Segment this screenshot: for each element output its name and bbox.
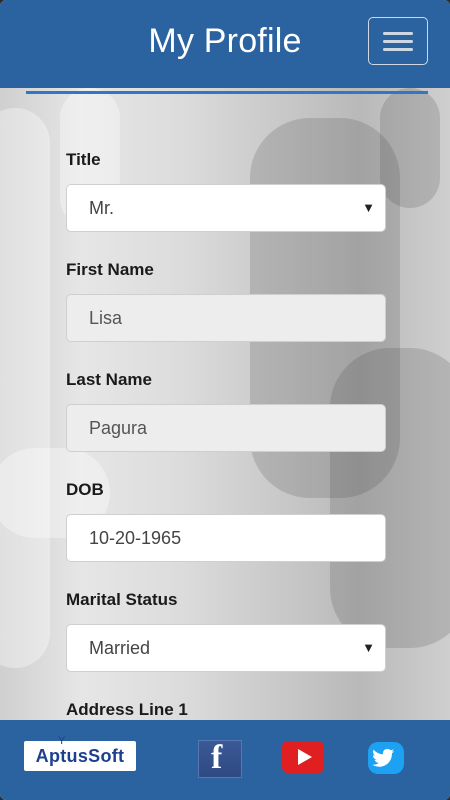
title-label: Title <box>66 150 101 169</box>
first-name-field[interactable]: Lisa <box>66 294 386 342</box>
title-select-value: Mr. <box>89 198 114 218</box>
dob-label: DOB <box>66 480 104 499</box>
last-name-label: Last Name <box>66 370 152 389</box>
facebook-glyph: f <box>211 739 223 776</box>
app-frame: My Profile Title Mr. ▼ First Name Lisa L… <box>0 0 450 800</box>
title-select[interactable]: Mr. ▼ <box>66 184 386 232</box>
aptussoft-logo[interactable]: Y AptusSoft <box>24 735 136 771</box>
app-footer: Y AptusSoft f <box>0 720 450 800</box>
facebook-icon[interactable]: f <box>198 739 242 778</box>
menu-button[interactable] <box>368 17 428 65</box>
play-icon <box>298 749 312 765</box>
first-name-value: Lisa <box>89 308 123 328</box>
dob-value: 10-20-1965 <box>89 528 182 548</box>
address-line-1-label: Address Line 1 <box>66 700 188 719</box>
marital-status-value: Married <box>89 638 151 658</box>
marital-status-label: Marital Status <box>66 590 178 609</box>
twitter-bird-icon <box>372 748 395 767</box>
logo-text: AptusSoft <box>35 746 125 766</box>
dob-field[interactable]: 10-20-1965 <box>66 514 386 562</box>
chevron-down-icon: ▼ <box>362 640 375 655</box>
first-name-label: First Name <box>66 260 154 279</box>
last-name-field[interactable]: Pagura <box>66 404 386 452</box>
twitter-icon[interactable] <box>368 742 404 774</box>
youtube-icon[interactable] <box>282 741 324 773</box>
header-divider <box>26 91 428 94</box>
chevron-down-icon: ▼ <box>362 200 375 215</box>
marital-status-select[interactable]: Married ▼ <box>66 624 386 672</box>
profile-form: Title Mr. ▼ First Name Lisa Last Name Pa… <box>66 150 386 734</box>
app-header: My Profile <box>0 0 450 88</box>
last-name-value: Pagura <box>89 418 148 438</box>
